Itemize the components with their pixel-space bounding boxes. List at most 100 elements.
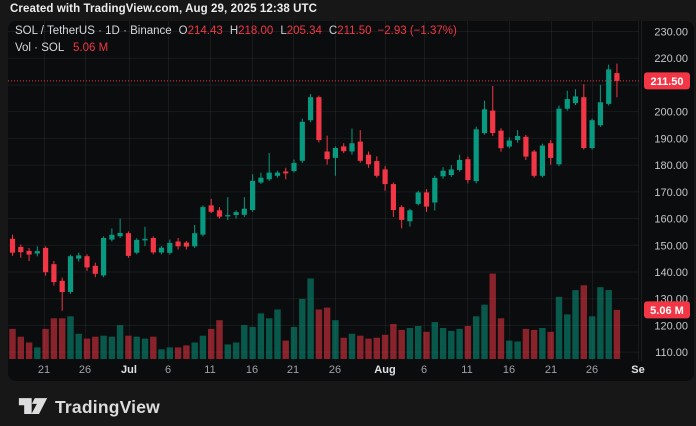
candle-body (341, 146, 346, 151)
candle-body (441, 171, 446, 177)
time-axis-label[interactable]: 26 (79, 364, 91, 376)
time-axis-label[interactable]: 26 (586, 364, 598, 376)
volume-bar (597, 287, 603, 359)
candle-body (126, 233, 131, 256)
candle-body (84, 256, 89, 267)
close-label: C (329, 25, 337, 37)
volume-bar (415, 326, 421, 359)
volume-bar (291, 327, 297, 359)
volume-bar (564, 314, 570, 359)
tradingview-logo-icon (18, 395, 48, 419)
low-value: 205.34 (287, 25, 322, 37)
volume-bar (473, 316, 479, 359)
time-axis-label[interactable]: Aug (374, 364, 395, 376)
volume-bar (465, 326, 471, 359)
volume-bar (614, 310, 620, 359)
price-axis-label[interactable]: 140.00 (654, 267, 688, 279)
volume-bar (51, 318, 57, 359)
volume-bar (142, 339, 148, 359)
volume-bar (440, 328, 446, 359)
volume-bar (100, 336, 106, 359)
candle-body (416, 192, 421, 204)
time-axis-label[interactable]: 11 (461, 364, 472, 376)
candle-body (76, 255, 81, 258)
price-axis-label[interactable]: 110.00 (655, 347, 688, 359)
high-label: H (230, 25, 238, 37)
volume-value: 5.06 M (73, 42, 108, 54)
volume-bar (589, 316, 595, 359)
price-axis-label[interactable]: 150.00 (654, 240, 688, 252)
volume-bar (158, 349, 164, 359)
symbol-title: SOL / TetherUS (15, 25, 95, 37)
time-axis-label[interactable]: Se (631, 364, 644, 376)
candle-body (93, 266, 98, 274)
candle-body (407, 210, 412, 221)
candle-body (598, 102, 603, 125)
volume-bar (556, 297, 562, 359)
candle-body (217, 210, 222, 216)
price-axis-label[interactable]: 180.00 (654, 160, 688, 172)
candle-body (43, 248, 48, 272)
volume-bar (134, 337, 140, 359)
time-axis-label[interactable]: 21 (287, 364, 299, 376)
candle-body (283, 172, 288, 174)
candle-body (68, 256, 73, 292)
volume-bar (349, 334, 355, 359)
attribution-text: Created with TradingView.com, Aug 29, 20… (10, 3, 317, 15)
candle-body (358, 142, 363, 161)
open-label: O (179, 25, 188, 37)
separator: · (98, 25, 102, 37)
price-axis-label[interactable]: 230.00 (654, 27, 688, 39)
time-axis-label[interactable]: Jul (121, 364, 137, 376)
candle-body (399, 207, 404, 220)
candle-body (590, 120, 595, 148)
price-axis-label[interactable]: 190.00 (654, 133, 688, 145)
volume-bar (456, 329, 462, 359)
volume-bar (84, 339, 90, 359)
candle-body (565, 99, 570, 109)
volume-bar (307, 279, 313, 360)
volume-bar (498, 318, 504, 359)
candle-body (482, 109, 487, 133)
price-chart-canvas[interactable]: 230.00220.00210.00200.00190.00180.00170.… (8, 21, 694, 381)
candle-body (209, 205, 214, 211)
candle-body (498, 131, 503, 149)
time-axis-label[interactable]: 16 (246, 364, 258, 376)
volume-bar (249, 327, 255, 359)
chart-pane[interactable]: 230.00220.00210.00200.00190.00180.00170.… (8, 21, 694, 381)
last-volume-badge-text: 5.06 M (650, 305, 684, 317)
candle-body (258, 178, 263, 183)
volume-bar (67, 316, 73, 359)
price-axis-label[interactable]: 200.00 (654, 107, 688, 119)
volume-label: Vol · SOL (15, 42, 64, 54)
candle-body (349, 143, 354, 151)
tradingview-footer[interactable]: TradingView (18, 392, 160, 422)
volume-bar (200, 336, 206, 359)
candle-body (300, 122, 305, 161)
volume-bar (76, 334, 82, 359)
price-axis-label[interactable]: 120.00 (654, 320, 688, 332)
time-axis-label[interactable]: 21 (545, 364, 557, 376)
time-axis-label[interactable]: 16 (503, 364, 515, 376)
time-axis-label[interactable]: 6 (165, 364, 171, 376)
volume-bar (432, 322, 438, 359)
chart-legend[interactable]: SOL / TetherUS · 1D · BinanceO214.43H218… (15, 23, 457, 57)
candle-body (515, 136, 520, 140)
time-axis-label[interactable]: 26 (329, 364, 341, 376)
price-axis-label[interactable]: 170.00 (654, 187, 688, 199)
candle-body (267, 173, 272, 180)
time-axis-label[interactable]: 11 (204, 364, 215, 376)
price-axis-label[interactable]: 160.00 (654, 214, 688, 226)
time-axis-label[interactable]: 6 (421, 364, 427, 376)
volume-bar (572, 290, 578, 359)
volume-bar (42, 329, 48, 359)
time-axis-label[interactable]: 21 (38, 364, 50, 376)
volume-bar (539, 328, 545, 359)
volume-bar (26, 343, 32, 360)
candle-body (366, 155, 371, 165)
price-axis-label[interactable]: 220.00 (654, 53, 688, 65)
exchange-label: Binance (130, 25, 172, 37)
volume-bar (581, 285, 587, 359)
volume-bar (59, 318, 65, 359)
candle-body (523, 137, 528, 157)
